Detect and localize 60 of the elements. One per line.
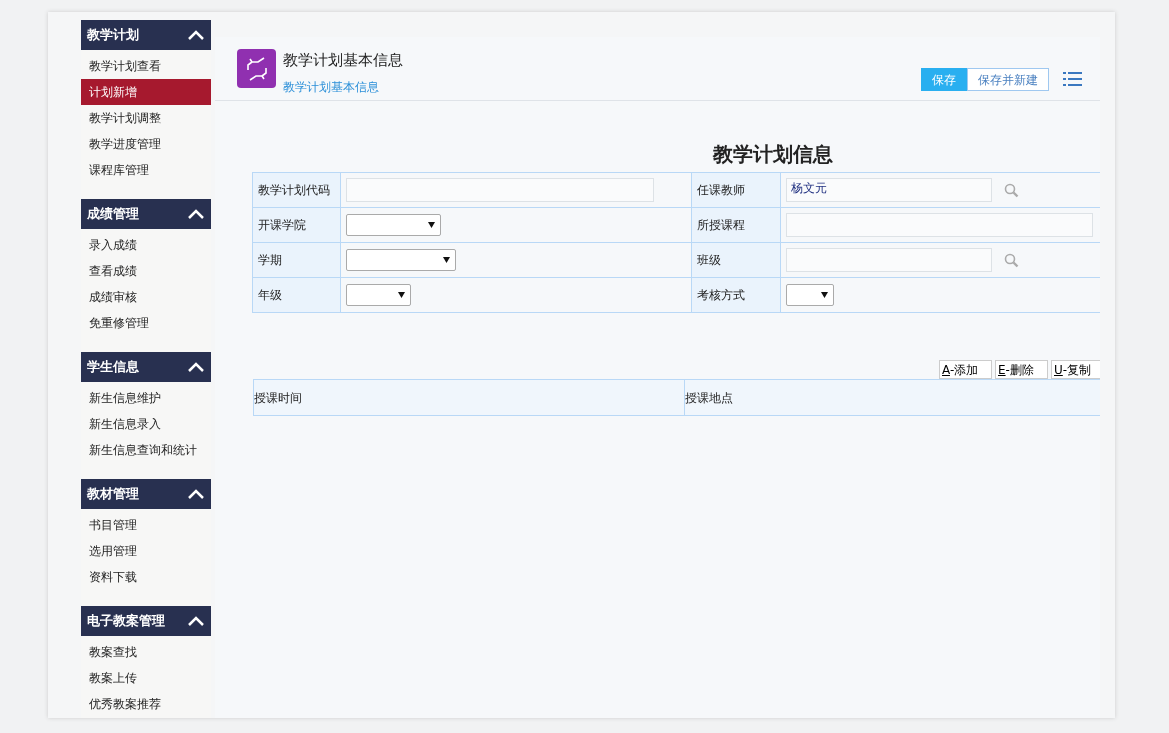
column-header: 授课地点	[684, 379, 1100, 416]
sync-arrows-icon	[237, 49, 276, 88]
text-input[interactable]	[346, 178, 655, 202]
search-icon[interactable]	[1003, 182, 1019, 198]
chevron-up-icon	[187, 208, 205, 220]
sidebar-item[interactable]: 书目管理	[81, 512, 211, 538]
field-label: 年级	[252, 277, 341, 313]
select-dropdown[interactable]	[346, 214, 442, 236]
form-title: 教学计划信息	[711, 141, 834, 168]
select-dropdown[interactable]	[346, 249, 457, 271]
sidebar-item[interactable]: 课程库管理	[81, 157, 211, 183]
toolbar-button[interactable]: E-删除	[995, 360, 1048, 379]
field-label: 任课教师	[692, 172, 781, 208]
field-label: 所授课程	[692, 207, 781, 243]
toolbar-button[interactable]: U-复制	[1051, 360, 1100, 379]
field-label: 开课学院	[252, 207, 341, 243]
sidebar-item[interactable]: 优秀教案推荐	[81, 691, 211, 717]
sidebar-item[interactable]: 教学计划查看	[81, 53, 211, 79]
caret-icon	[443, 257, 451, 263]
sidebar-item[interactable]: 选用管理	[81, 538, 211, 564]
select-dropdown[interactable]	[346, 284, 412, 306]
save-and-new-button[interactable]: 保存并新建	[967, 68, 1049, 91]
text-input[interactable]: 杨文元	[785, 178, 992, 202]
sidebar-item[interactable]: 新生信息维护	[81, 385, 211, 411]
sidebar-item[interactable]: 成绩审核	[81, 284, 211, 310]
text-input[interactable]	[785, 213, 1093, 237]
sidebar-section-header[interactable]: 学生信息	[81, 352, 211, 382]
field-label: 教学计划代码	[252, 172, 341, 208]
toolbar-button[interactable]: A-添加	[939, 360, 992, 379]
chevron-up-icon	[187, 488, 205, 500]
select-dropdown[interactable]	[785, 284, 834, 306]
sidebar-item[interactable]: 新生信息录入	[81, 411, 211, 437]
chevron-up-icon	[187, 29, 205, 41]
sidebar-item[interactable]: 教案上传	[81, 665, 211, 691]
sidebar-item[interactable]: 教学进度管理	[81, 131, 211, 157]
sidebar-item[interactable]: 新生信息查询和统计	[81, 437, 211, 463]
chevron-up-icon	[187, 615, 205, 627]
sidebar-section-header[interactable]: 电子教案管理	[81, 606, 211, 636]
page-title: 教学计划基本信息	[283, 50, 403, 71]
field-label: 班级	[692, 242, 781, 278]
sidebar-item[interactable]: 计划新增	[81, 79, 211, 105]
field-label: 学期	[252, 242, 341, 278]
sidebar-item[interactable]: 查看成绩	[81, 258, 211, 284]
sidebar-item[interactable]: 教学计划调整	[81, 105, 211, 131]
sidebar-section-header[interactable]: 教材管理	[81, 479, 211, 509]
sidebar-section-header[interactable]: 教学计划	[81, 20, 211, 50]
search-icon[interactable]	[1003, 252, 1019, 268]
sidebar-item[interactable]: 教案查找	[81, 639, 211, 665]
field-label: 考核方式	[692, 277, 781, 313]
caret-icon	[428, 222, 436, 228]
menu-icon[interactable]	[1063, 72, 1082, 87]
text-input[interactable]	[785, 248, 992, 272]
sidebar-item[interactable]: 免重修管理	[81, 310, 211, 336]
chevron-up-icon	[187, 361, 205, 373]
column-header: 授课时间	[253, 379, 685, 416]
sidebar-item[interactable]: 录入成绩	[81, 232, 211, 258]
caret-icon	[820, 292, 828, 298]
caret-icon	[398, 292, 406, 298]
sidebar-section-header[interactable]: 成绩管理	[81, 199, 211, 229]
sidebar-item[interactable]: 资料下载	[81, 564, 211, 590]
